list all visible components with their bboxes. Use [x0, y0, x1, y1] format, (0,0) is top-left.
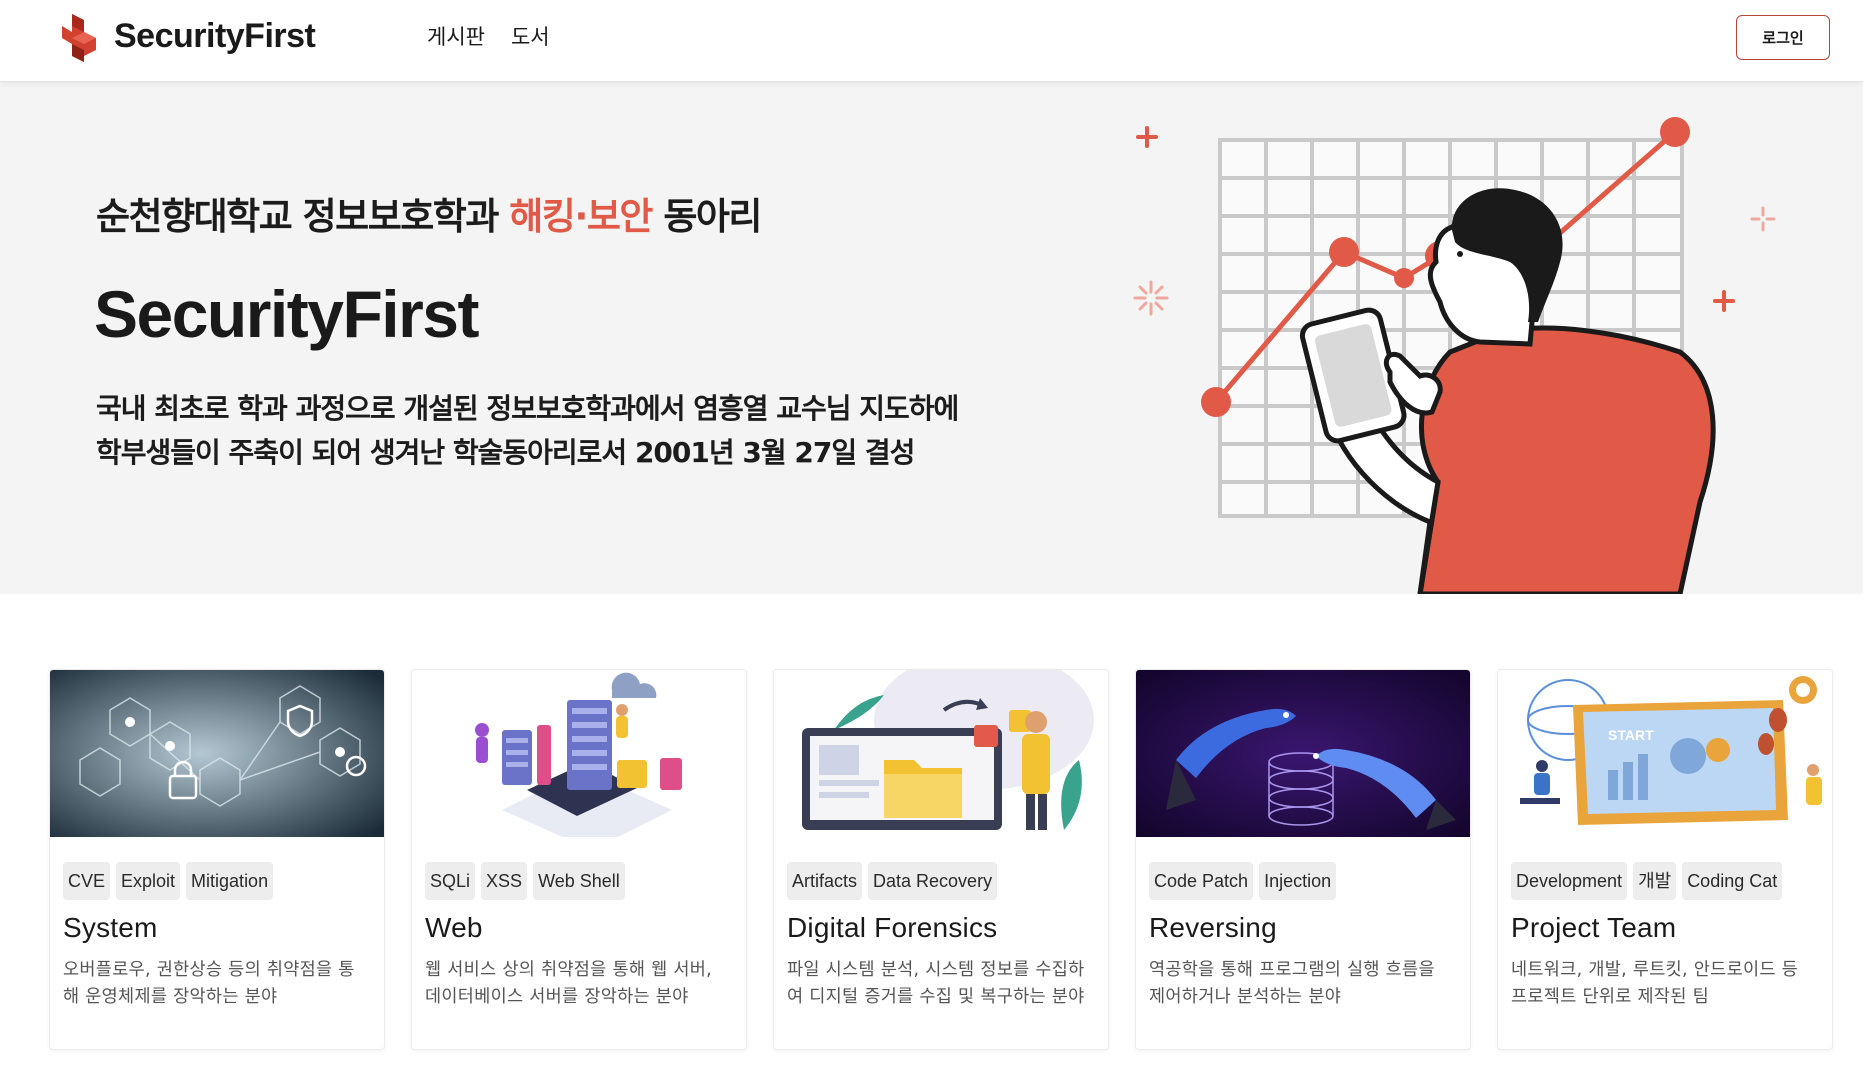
tag[interactable]: Exploit: [116, 862, 181, 900]
hero-tagline-suffix: 동아리: [651, 195, 762, 238]
tag[interactable]: Mitigation: [186, 862, 274, 900]
card-title[interactable]: Web: [412, 909, 746, 947]
top-navbar: SecurityFirst 게시판 도서 로그인: [0, 0, 1863, 82]
hero-section: 순천향대학교 정보보호학과 해킹·보안 동아리 SecurityFirst 국내…: [0, 82, 1863, 594]
track-cards: CVE Exploit Mitigation System 오버플로우, 권한상…: [49, 669, 1833, 1050]
hero-tagline: 순천향대학교 정보보호학과 해킹·보안 동아리: [96, 192, 762, 242]
tag-list: CVE Exploit Mitigation: [50, 862, 384, 900]
forensics-illustration: [774, 670, 1108, 837]
tag[interactable]: Data Recovery: [868, 862, 998, 900]
tag[interactable]: XSS: [481, 862, 528, 900]
system-network-illustration: [50, 670, 384, 837]
card-description: 파일 시스템 분석, 시스템 정보를 수집하여 디지털 증거를 수집 및 복구하…: [787, 960, 1085, 1007]
card-title[interactable]: System: [50, 909, 384, 947]
card-description: 오버플로우, 권한상승 등의 취약점을 통해 운영체제를 장악하는 분야: [63, 960, 355, 1007]
card-digital-forensics[interactable]: Artifacts Data Recovery Digital Forensic…: [773, 669, 1109, 1050]
hero-description: 국내 최초로 학과 과정으로 개설된 정보보호학과에서 염흥열 교수님 지도하에…: [96, 387, 959, 475]
tag[interactable]: Web Shell: [533, 862, 625, 900]
tag[interactable]: Injection: [1259, 862, 1337, 900]
tag[interactable]: Artifacts: [787, 862, 863, 900]
main-nav: 게시판 도서: [427, 22, 550, 52]
nav-books-link[interactable]: 도서: [511, 22, 550, 52]
brand-name[interactable]: SecurityFirst: [114, 16, 316, 56]
nav-board-link[interactable]: 게시판: [427, 22, 485, 52]
login-button[interactable]: 로그인: [1736, 15, 1830, 60]
card-title[interactable]: Project Team: [1498, 909, 1832, 947]
card-description: 네트워크, 개발, 루트킷, 안드로이드 등 프로젝트 단위로 제작된 팀: [1511, 960, 1799, 1007]
card-system[interactable]: CVE Exploit Mitigation System 오버플로우, 권한상…: [49, 669, 385, 1050]
tag-list: Code Patch Injection: [1136, 862, 1470, 900]
card-description: 웹 서비스 상의 취약점을 통해 웹 서버, 데이터베이스 서버를 장악하는 분…: [425, 960, 713, 1007]
tag[interactable]: Development: [1511, 862, 1628, 900]
tag-list: Development 개발 Coding Cat: [1498, 862, 1832, 900]
tag-list: Artifacts Data Recovery: [774, 862, 1108, 900]
tag[interactable]: SQLi: [425, 862, 476, 900]
hero-analytics-illustration: [1133, 117, 1776, 594]
project-illustration: START: [1498, 670, 1832, 837]
reversing-illustration: [1136, 670, 1470, 837]
card-reversing[interactable]: Code Patch Injection Reversing 역공학을 통해 프…: [1135, 669, 1471, 1050]
tag[interactable]: CVE: [63, 862, 111, 900]
card-title[interactable]: Reversing: [1136, 909, 1470, 947]
svg-text:START: START: [1608, 727, 1654, 743]
hero-description-line-1: 국내 최초로 학과 과정으로 개설된 정보보호학과에서 염흥열 교수님 지도하에: [96, 392, 959, 425]
tag[interactable]: Coding Cat: [1682, 862, 1783, 900]
tag[interactable]: 개발: [1633, 862, 1677, 900]
card-project-team[interactable]: START Development 개발 Coding Cat Project …: [1497, 669, 1833, 1050]
tag[interactable]: Code Patch: [1149, 862, 1254, 900]
web-server-illustration: [412, 670, 746, 837]
hero-tagline-prefix: 순천향대학교 정보보호학과: [96, 195, 510, 238]
hero-title: SecurityFirst: [94, 277, 479, 351]
securityfirst-logo-icon[interactable]: [62, 14, 98, 62]
hero-description-line-2: 학부생들이 주축이 되어 생겨난 학술동아리로서 2001년 3월 27일 결성: [96, 436, 915, 469]
card-title[interactable]: Digital Forensics: [774, 909, 1108, 947]
hero-tagline-accent: 해킹·보안: [509, 195, 653, 238]
card-web[interactable]: SQLi XSS Web Shell Web 웹 서비스 상의 취약점을 통해 …: [411, 669, 747, 1050]
tag-list: SQLi XSS Web Shell: [412, 862, 746, 900]
card-description: 역공학을 통해 프로그램의 실행 흐름을 제어하거나 분석하는 분야: [1149, 960, 1435, 1007]
